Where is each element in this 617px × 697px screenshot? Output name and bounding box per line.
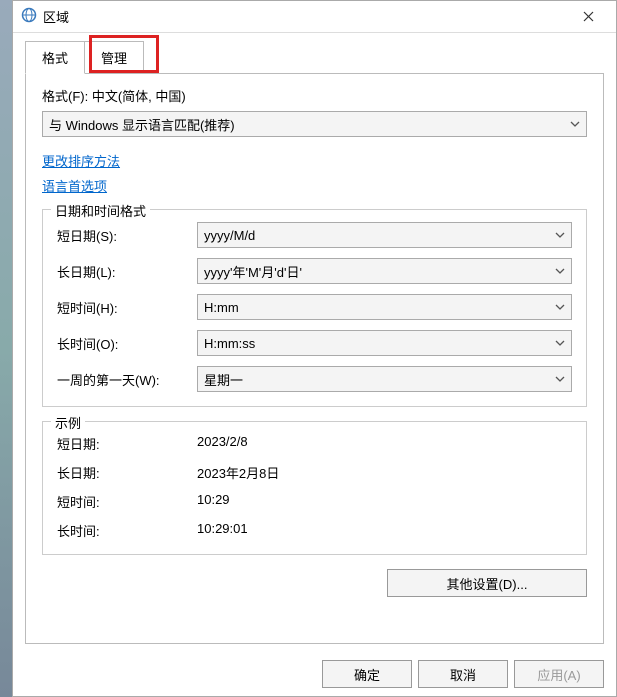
close-button[interactable] [568, 2, 608, 32]
ex-row-short-time: 短时间: 10:29 [57, 492, 572, 511]
long-time-label: 长时间(O): [57, 334, 197, 353]
example-group: 示例 短日期: 2023/2/8 长日期: 2023年2月8日 短时间: 10:… [42, 421, 587, 555]
cancel-button[interactable]: 取消 [418, 660, 508, 688]
ok-button[interactable]: 确定 [322, 660, 412, 688]
ex-long-date-value: 2023年2月8日 [197, 463, 279, 482]
long-time-combo[interactable]: H:mm:ss [197, 330, 572, 356]
window-edge-decoration [0, 0, 12, 697]
short-time-label: 短时间(H): [57, 298, 197, 317]
ex-short-date-value: 2023/2/8 [197, 434, 248, 453]
short-time-combo[interactable]: H:mm [197, 294, 572, 320]
globe-icon [21, 7, 37, 26]
ex-short-date-label: 短日期: [57, 434, 197, 453]
format-label: 格式(F): 中文(简体, 中国) [42, 86, 587, 105]
long-date-value: yyyy'年'M'月'd'日' [204, 262, 302, 281]
window-title: 区域 [43, 7, 69, 26]
region-dialog: 区域 格式 管理 格式(F): 中文(简体, 中国) 与 Windows 显示语… [12, 0, 617, 697]
row-long-date: 长日期(L): yyyy'年'M'月'd'日' [57, 258, 572, 284]
short-time-value: H:mm [204, 300, 239, 315]
chevron-down-icon [555, 372, 565, 387]
long-date-label: 长日期(L): [57, 262, 197, 281]
chevron-down-icon [555, 336, 565, 351]
other-settings-button[interactable]: 其他设置(D)... [387, 569, 587, 597]
first-day-value: 星期一 [204, 370, 243, 389]
tab-admin[interactable]: 管理 [84, 41, 144, 74]
ex-row-short-date: 短日期: 2023/2/8 [57, 434, 572, 453]
ex-long-time-label: 长时间: [57, 521, 197, 540]
link-sort-method[interactable]: 更改排序方法 [42, 151, 587, 170]
chevron-down-icon [570, 117, 580, 132]
titlebar-left: 区域 [21, 7, 69, 26]
chevron-down-icon [555, 228, 565, 243]
short-date-value: yyyy/M/d [204, 228, 255, 243]
datetime-format-group: 日期和时间格式 短日期(S): yyyy/M/d 长日期(L): yyyy'年'… [42, 209, 587, 407]
short-date-label: 短日期(S): [57, 226, 197, 245]
datetime-group-title: 日期和时间格式 [51, 201, 150, 220]
other-settings-row: 其他设置(D)... [42, 569, 587, 597]
row-short-date: 短日期(S): yyyy/M/d [57, 222, 572, 248]
links-section: 更改排序方法 语言首选项 [42, 151, 587, 195]
ex-short-time-value: 10:29 [197, 492, 230, 511]
ex-short-time-label: 短时间: [57, 492, 197, 511]
ex-long-date-label: 长日期: [57, 463, 197, 482]
tab-content-format: 格式(F): 中文(简体, 中国) 与 Windows 显示语言匹配(推荐) 更… [25, 73, 604, 644]
dialog-button-bar: 确定 取消 应用(A) [13, 652, 616, 696]
link-lang-pref[interactable]: 语言首选项 [42, 176, 587, 195]
format-combo[interactable]: 与 Windows 显示语言匹配(推荐) [42, 111, 587, 137]
tab-format[interactable]: 格式 [25, 41, 85, 74]
close-icon [583, 11, 594, 22]
first-day-label: 一周的第一天(W): [57, 370, 197, 389]
long-date-combo[interactable]: yyyy'年'M'月'd'日' [197, 258, 572, 284]
row-short-time: 短时间(H): H:mm [57, 294, 572, 320]
example-group-title: 示例 [51, 413, 85, 432]
format-combo-value: 与 Windows 显示语言匹配(推荐) [49, 115, 235, 134]
apply-button: 应用(A) [514, 660, 604, 688]
ex-row-long-date: 长日期: 2023年2月8日 [57, 463, 572, 482]
chevron-down-icon [555, 300, 565, 315]
chevron-down-icon [555, 264, 565, 279]
ex-row-long-time: 长时间: 10:29:01 [57, 521, 572, 540]
short-date-combo[interactable]: yyyy/M/d [197, 222, 572, 248]
first-day-combo[interactable]: 星期一 [197, 366, 572, 392]
row-first-day: 一周的第一天(W): 星期一 [57, 366, 572, 392]
long-time-value: H:mm:ss [204, 336, 255, 351]
ex-long-time-value: 10:29:01 [197, 521, 248, 540]
tabs-row: 格式 管理 [13, 33, 616, 74]
titlebar: 区域 [13, 1, 616, 33]
row-long-time: 长时间(O): H:mm:ss [57, 330, 572, 356]
